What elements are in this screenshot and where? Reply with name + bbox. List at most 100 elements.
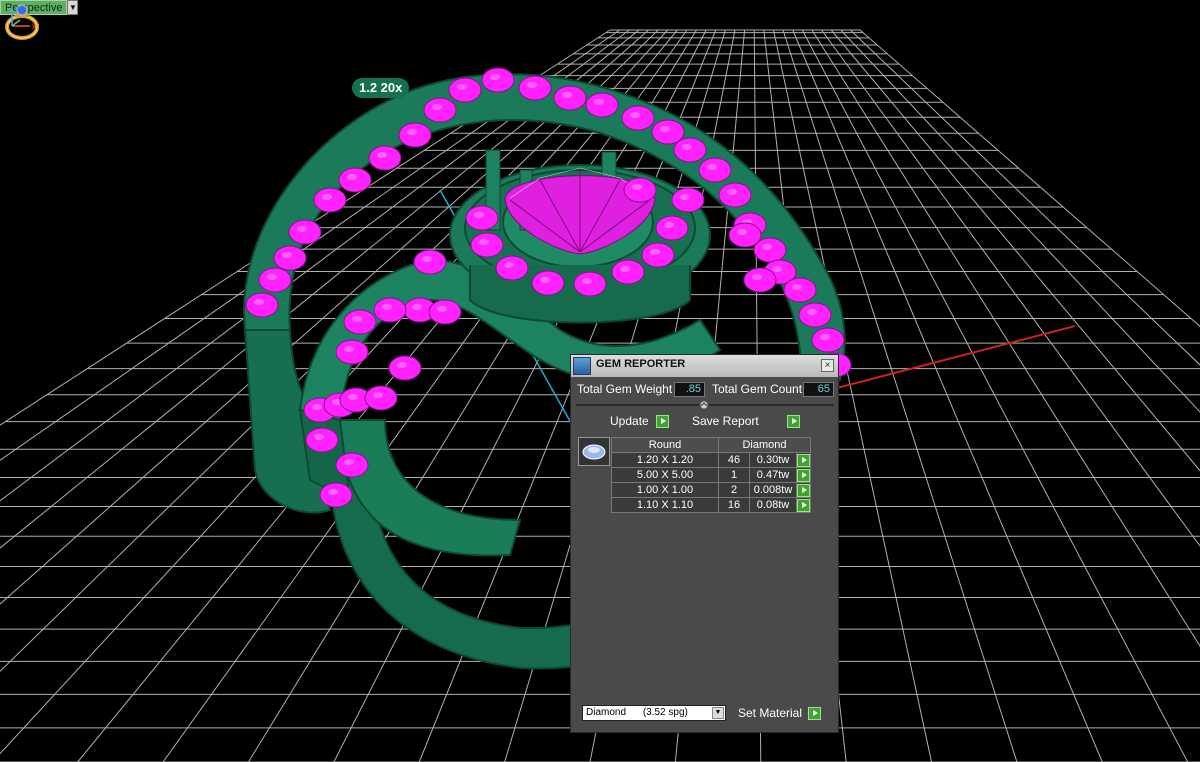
accent-gem: [313, 187, 347, 213]
gem-quantity: 16: [718, 497, 750, 513]
accent-gem: [388, 355, 422, 381]
material-select[interactable]: Diamond (3.52 spg) ▼: [582, 705, 726, 721]
accent-gem: [470, 232, 504, 258]
axis-x-label: x: [32, 22, 36, 31]
gem-highlight: [328, 489, 338, 495]
accent-gem: [621, 105, 655, 131]
gem-reporter-panel: GEM REPORTER ×: [570, 354, 839, 733]
gem-highlight: [792, 284, 802, 290]
select-gems-icon[interactable]: [797, 453, 810, 467]
total-gem-count-label: Total Gem Count: [712, 382, 803, 396]
save-report-button[interactable]: Save Report: [692, 413, 759, 429]
total-gem-count-value: 65: [803, 382, 834, 397]
accent-gem: [319, 482, 353, 508]
select-gems-icon[interactable]: [797, 498, 810, 512]
gem-highlight: [382, 304, 392, 310]
accent-gem: [423, 97, 457, 123]
accent-gem: [364, 385, 398, 411]
row-action-cell[interactable]: [796, 497, 811, 513]
gem-weight: 0.008tw: [749, 482, 797, 498]
panel-titlebar[interactable]: GEM REPORTER ×: [571, 355, 838, 377]
accent-gem: [465, 205, 499, 231]
accent-gem: [641, 242, 675, 268]
grid-line: [850, 29, 1200, 366]
zoom-badge: 1.2 20x: [352, 78, 410, 98]
accent-gem: [305, 427, 339, 453]
gem-highlight: [490, 74, 500, 80]
table-row[interactable]: 1.20 X 1.20 46 0.30tw: [611, 452, 811, 468]
accent-gem: [651, 119, 685, 145]
chevron-down-icon[interactable]: ▼: [712, 707, 724, 719]
table-row[interactable]: 1.10 X 1.10 16 0.08tw: [611, 497, 811, 513]
gem-highlight: [752, 274, 762, 280]
save-report-run-icon[interactable]: [787, 415, 800, 428]
select-gems-icon[interactable]: [797, 468, 810, 482]
grid-line: [859, 29, 1200, 327]
grid-line: [792, 29, 1103, 762]
gem-highlight: [727, 189, 737, 195]
accent-gem: [368, 145, 402, 171]
accent-gem: [413, 249, 447, 275]
gem-highlight: [474, 212, 484, 218]
accent-gem: [623, 177, 657, 203]
table-row[interactable]: 5.00 X 5.00 1 0.47tw: [611, 467, 811, 483]
gem-highlight: [680, 194, 690, 200]
chevron-down-icon[interactable]: ▼: [67, 0, 79, 15]
accent-gem: [335, 452, 369, 478]
row-action-cell[interactable]: [796, 467, 811, 483]
gem-highlight: [397, 362, 407, 368]
row-action-cell[interactable]: [796, 482, 811, 498]
gem-highlight: [344, 459, 354, 465]
round-gem-icon[interactable]: [578, 437, 610, 466]
accent-gem: [258, 267, 292, 293]
close-icon[interactable]: ×: [821, 359, 834, 372]
select-gems-icon[interactable]: [797, 483, 810, 497]
gem-highlight: [297, 226, 307, 232]
total-gem-weight-value: .85: [674, 382, 705, 397]
gem-size: 1.10 X 1.10: [611, 497, 719, 513]
gem-highlight: [344, 346, 354, 352]
panel-splitter[interactable]: [576, 400, 834, 410]
gem-highlight: [772, 266, 782, 272]
gem-highlight: [348, 394, 358, 400]
accent-gem: [798, 302, 832, 328]
accent-gem: [373, 297, 407, 323]
gem-highlight: [254, 299, 264, 305]
gem-highlight: [322, 194, 332, 200]
gem-quantity: 1: [718, 467, 750, 483]
gem-highlight: [422, 256, 432, 262]
gem-highlight: [594, 99, 604, 105]
table-row[interactable]: 1.00 X 1.00 2 0.008tw: [611, 482, 811, 498]
grid-line: [840, 29, 1200, 413]
accent-gem: [335, 339, 369, 365]
update-button[interactable]: Update: [610, 413, 649, 429]
accent-gem: [495, 255, 529, 281]
gem-reporter-app-icon: [573, 357, 591, 375]
accent-gem: [611, 259, 645, 285]
gem-size: 5.00 X 5.00: [611, 467, 719, 483]
gem-highlight: [373, 392, 383, 398]
accent-gem: [673, 137, 707, 163]
gem-highlight: [762, 244, 772, 250]
set-material-button[interactable]: Set Material: [738, 705, 802, 721]
accent-gem: [783, 277, 817, 303]
update-run-icon[interactable]: [656, 415, 669, 428]
axis-z-label: z: [15, 5, 19, 14]
gem-highlight: [352, 316, 362, 322]
accent-gem: [743, 267, 777, 293]
panel-title: GEM REPORTER: [596, 358, 686, 370]
gem-highlight: [377, 152, 387, 158]
set-material-run-icon[interactable]: [808, 707, 821, 720]
grid-line: [821, 29, 1200, 547]
gem-highlight: [314, 434, 324, 440]
gem-weight: 0.47tw: [749, 467, 797, 483]
row-action-cell[interactable]: [796, 452, 811, 468]
accent-gem: [481, 67, 515, 93]
gem-highlight: [407, 129, 417, 135]
accent-gem: [698, 157, 732, 183]
accent-gem: [288, 219, 322, 245]
grid-line: [811, 29, 1200, 647]
gem-weight: 0.08tw: [749, 497, 797, 513]
gem-highlight: [660, 126, 670, 132]
gem-highlight: [650, 249, 660, 255]
